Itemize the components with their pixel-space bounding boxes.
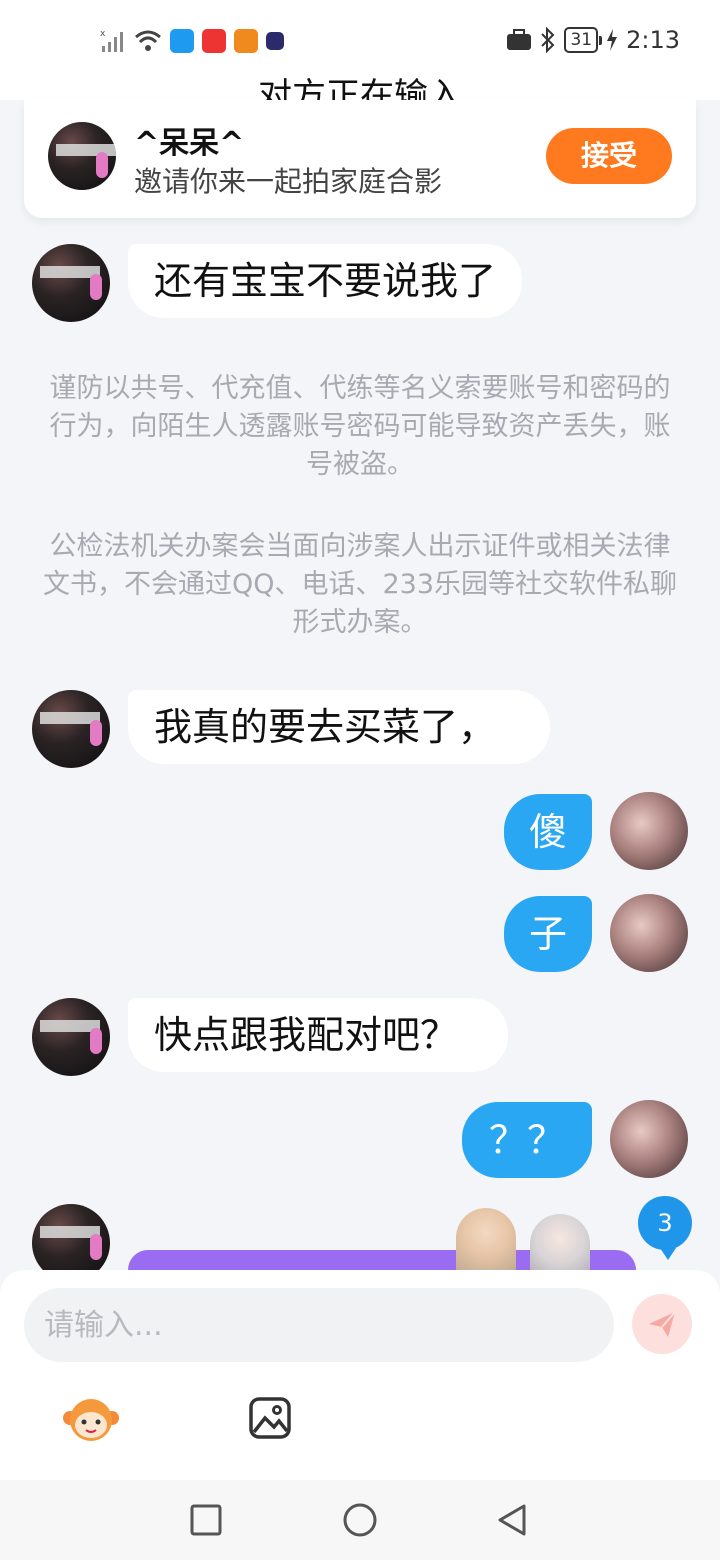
unread-badge[interactable]: 3 [638, 1196, 692, 1260]
status-left: x [100, 28, 284, 54]
inviter-avatar[interactable] [48, 122, 116, 190]
send-button[interactable] [632, 1294, 692, 1354]
input-area [0, 1270, 720, 1480]
accept-button[interactable]: 接受 [546, 128, 672, 184]
battery-indicator: 31 [564, 27, 602, 53]
book-app-icon [202, 29, 226, 53]
message-bubble[interactable]: 我真的要去买菜了， [128, 690, 550, 764]
legal-notice: 公检法机关办案会当面向涉案人出示证件或相关法律文书，不会通过QQ、电话、233乐… [42, 531, 678, 638]
chat-title: 对方正在输入 [0, 76, 720, 100]
image-button[interactable] [248, 1396, 292, 1440]
circle-icon[interactable] [342, 1502, 378, 1538]
bluetooth-icon [541, 27, 555, 53]
game-app-icon [266, 32, 284, 50]
signal-icon: x [100, 29, 123, 52]
status-bar: x 31 2:13 [0, 0, 720, 84]
inviter-name: ^呆呆^ [134, 126, 245, 161]
charging-icon [607, 29, 618, 51]
chat-title-text: 对方正在输入 [258, 76, 462, 100]
system-nav-bar [0, 1480, 720, 1560]
message-bubble[interactable]: 傻 [504, 794, 592, 870]
avatar[interactable] [32, 690, 110, 768]
svg-text:x: x [100, 29, 106, 39]
weather-app-icon [170, 29, 194, 53]
message-input[interactable] [24, 1288, 614, 1362]
square-icon[interactable] [188, 1502, 224, 1538]
status-right: 31 2:13 [506, 26, 680, 54]
message-bubble[interactable]: 快点跟我配对吧？ [128, 998, 508, 1072]
my-avatar[interactable] [610, 1100, 688, 1178]
message-bubble[interactable]: 子 [504, 896, 592, 972]
character-boy-icon [456, 1208, 516, 1278]
message-bubble[interactable]: 还有宝宝不要说我了 [128, 244, 523, 318]
briefcase-icon [507, 29, 532, 50]
triangle-back-icon[interactable] [494, 1502, 530, 1538]
avatar[interactable] [32, 244, 110, 322]
invite-text: 邀请你来一起拍家庭合影 [134, 165, 443, 198]
message-bubble[interactable]: ？？ [462, 1102, 592, 1178]
security-notice: 谨防以共号、代充值、代练等名义索要账号和密码的行为，向陌生人透露账号密码可能导致… [49, 373, 671, 480]
monkey-emoji-icon [63, 1399, 119, 1441]
image-icon [249, 1397, 291, 1439]
my-avatar[interactable] [610, 894, 688, 972]
invite-card: ^呆呆^ 邀请你来一起拍家庭合影 接受 [24, 100, 696, 218]
my-avatar[interactable] [610, 792, 688, 870]
send-icon [649, 1311, 676, 1337]
emoji-button[interactable] [62, 1396, 120, 1444]
avatar[interactable] [32, 998, 110, 1076]
wifi-icon [135, 30, 161, 51]
clock: 2:13 [626, 26, 680, 54]
video-app-icon [234, 29, 258, 53]
